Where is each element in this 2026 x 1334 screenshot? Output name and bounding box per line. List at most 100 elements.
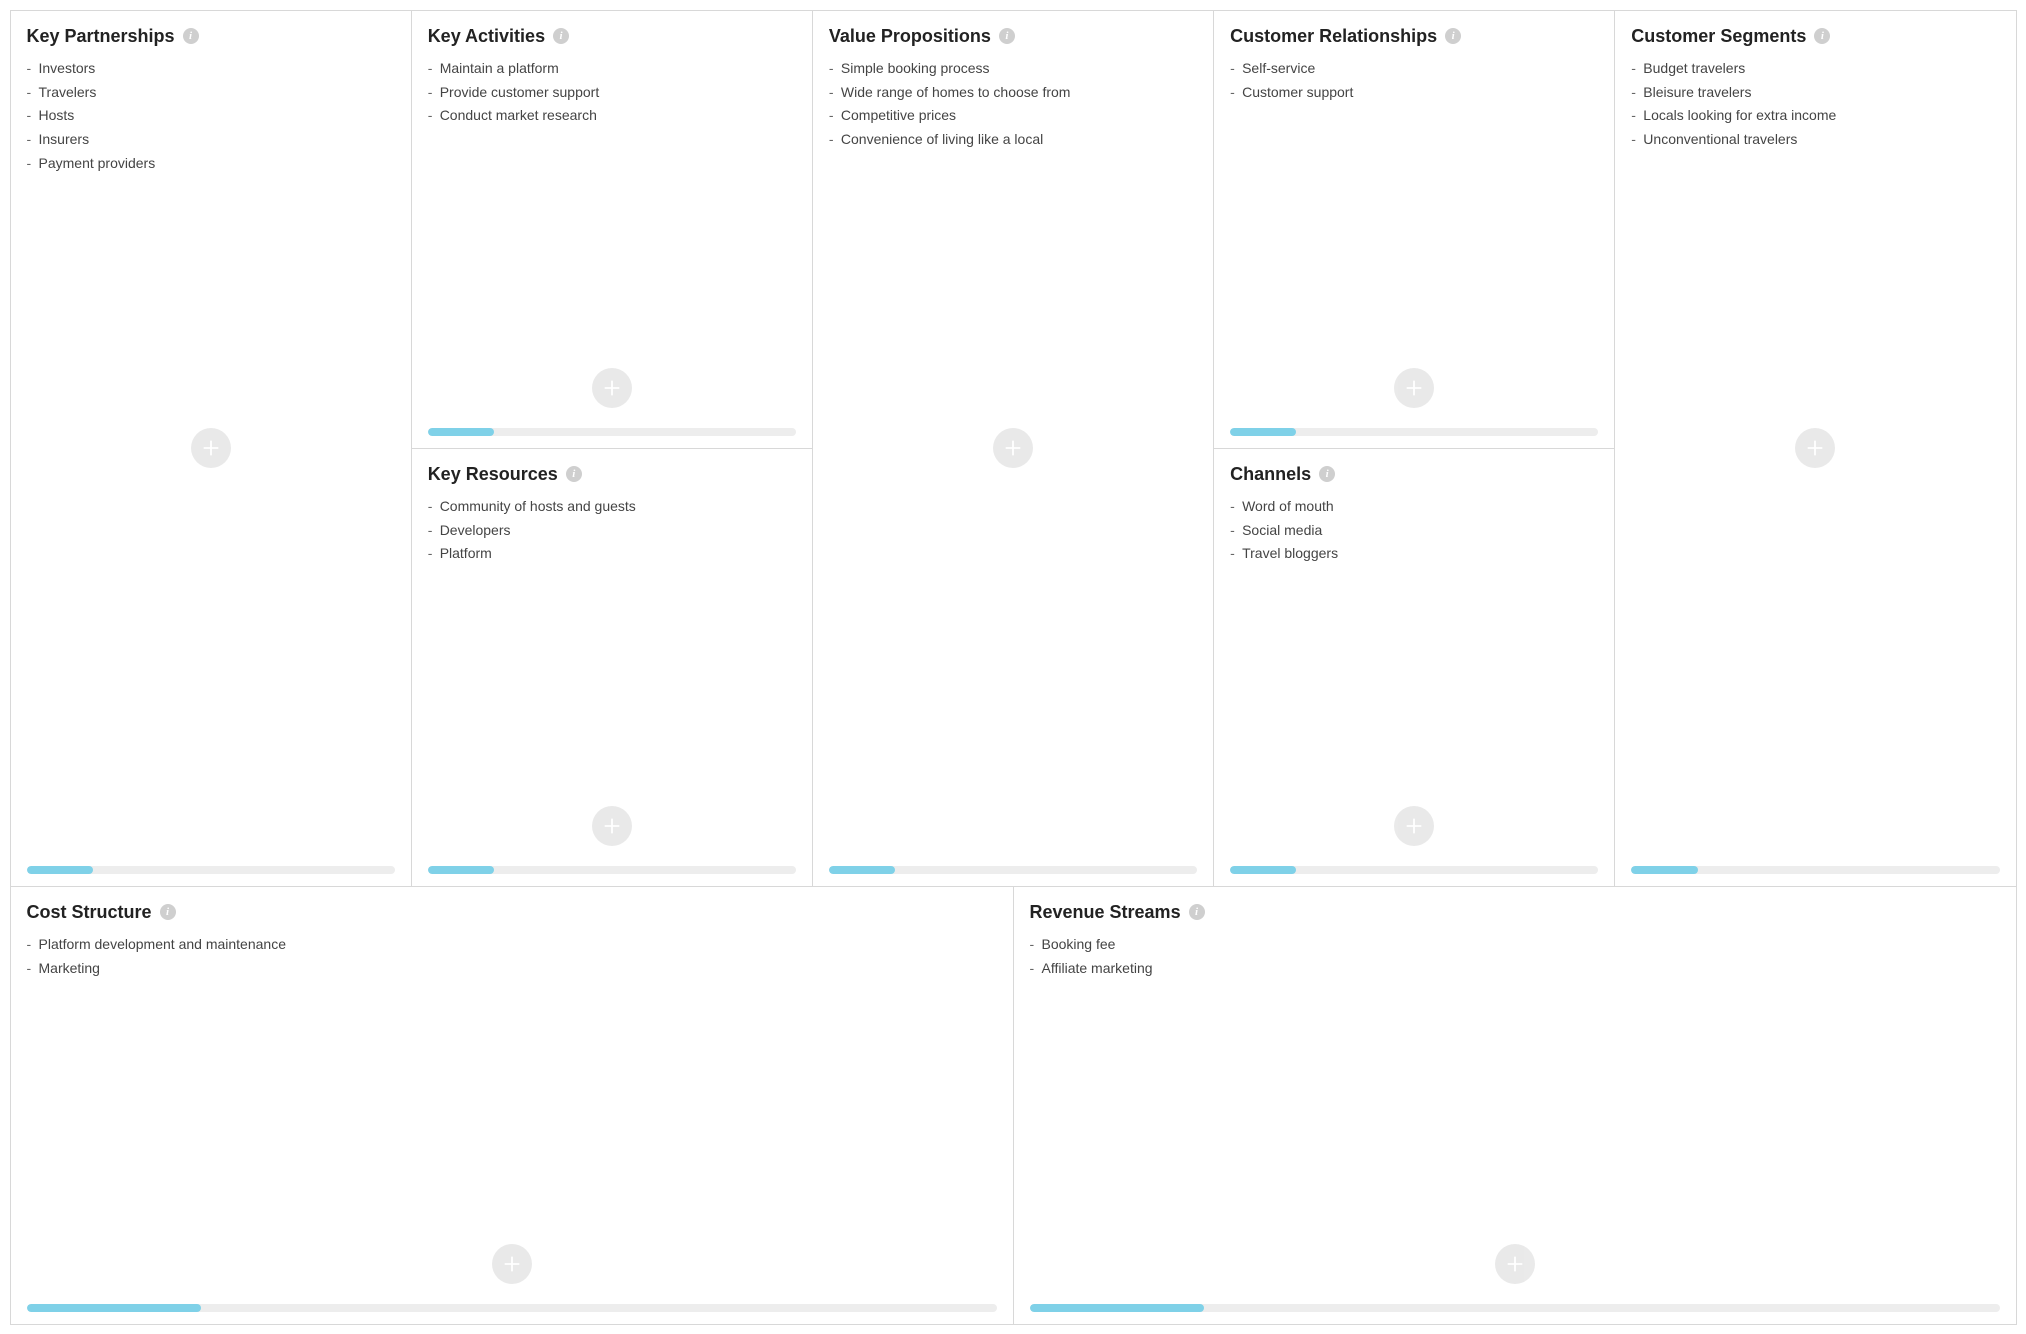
list-item[interactable]: Booking fee (1030, 934, 2000, 956)
add-item-button[interactable] (1495, 1244, 1535, 1284)
block-value-propositions[interactable]: Value Propositions i Simple booking proc… (812, 10, 1214, 887)
progress-fill (27, 866, 93, 874)
block-key-partnerships[interactable]: Key Partnerships i Investors Travelers H… (10, 10, 412, 887)
plus-icon (1002, 437, 1024, 459)
list-item[interactable]: Customer support (1230, 82, 1598, 104)
block-title: Channels (1230, 463, 1311, 486)
block-header: Key Partnerships i (27, 25, 395, 48)
list-item[interactable]: Bleisure travelers (1631, 82, 1999, 104)
block-customer-relationships[interactable]: Customer Relationships i Self-service Cu… (1213, 10, 1615, 449)
plus-icon (1804, 437, 1826, 459)
info-icon[interactable]: i (1445, 28, 1461, 44)
list-item[interactable]: Hosts (27, 105, 395, 127)
block-title: Revenue Streams (1030, 901, 1181, 924)
block-items: Booking fee Affiliate marketing (1030, 934, 2000, 981)
info-icon[interactable]: i (160, 904, 176, 920)
info-icon[interactable]: i (1189, 904, 1205, 920)
add-item-button[interactable] (1394, 806, 1434, 846)
add-item-button[interactable] (492, 1244, 532, 1284)
block-title: Value Propositions (829, 25, 991, 48)
progress-fill (829, 866, 895, 874)
block-header: Key Resources i (428, 463, 796, 486)
list-item[interactable]: Developers (428, 520, 796, 542)
add-item-button[interactable] (592, 368, 632, 408)
list-item[interactable]: Investors (27, 58, 395, 80)
add-item-button[interactable] (1394, 368, 1434, 408)
list-item[interactable]: Locals looking for extra income (1631, 105, 1999, 127)
block-header: Key Activities i (428, 25, 796, 48)
progress-fill (1631, 866, 1697, 874)
list-item[interactable]: Self-service (1230, 58, 1598, 80)
list-item[interactable]: Payment providers (27, 153, 395, 175)
block-header: Value Propositions i (829, 25, 1197, 48)
progress-bar (1030, 1304, 2000, 1312)
plus-icon (200, 437, 222, 459)
list-item[interactable]: Travelers (27, 82, 395, 104)
add-item-button[interactable] (993, 428, 1033, 468)
block-cost-structure[interactable]: Cost Structure i Platform development an… (10, 886, 1014, 1325)
add-item-button[interactable] (592, 806, 632, 846)
add-item-button[interactable] (191, 428, 231, 468)
progress-bar (1631, 866, 1999, 874)
block-title: Key Partnerships (27, 25, 175, 48)
info-icon[interactable]: i (1814, 28, 1830, 44)
add-item-button[interactable] (1795, 428, 1835, 468)
list-item[interactable]: Platform (428, 543, 796, 565)
list-item[interactable]: Word of mouth (1230, 496, 1598, 518)
block-items: Investors Travelers Hosts Insurers Payme… (27, 58, 395, 176)
list-item[interactable]: Marketing (27, 958, 997, 980)
list-item[interactable]: Unconventional travelers (1631, 129, 1999, 151)
list-item[interactable]: Competitive prices (829, 105, 1197, 127)
block-items: Platform development and maintenance Mar… (27, 934, 997, 981)
block-items: Maintain a platform Provide customer sup… (428, 58, 796, 129)
plus-icon (1403, 815, 1425, 837)
block-key-activities[interactable]: Key Activities i Maintain a platform Pro… (411, 10, 813, 449)
plus-icon (601, 815, 623, 837)
plus-icon (601, 377, 623, 399)
info-icon[interactable]: i (999, 28, 1015, 44)
list-item[interactable]: Platform development and maintenance (27, 934, 997, 956)
block-title: Cost Structure (27, 901, 152, 924)
list-item[interactable]: Wide range of homes to choose from (829, 82, 1197, 104)
block-title: Customer Segments (1631, 25, 1806, 48)
progress-fill (428, 866, 494, 874)
block-channels[interactable]: Channels i Word of mouth Social media Tr… (1213, 448, 1615, 887)
list-item[interactable]: Travel bloggers (1230, 543, 1598, 565)
block-header: Channels i (1230, 463, 1598, 486)
block-title: Key Activities (428, 25, 545, 48)
block-items: Simple booking process Wide range of hom… (829, 58, 1197, 153)
progress-bar (27, 866, 395, 874)
list-item[interactable]: Provide customer support (428, 82, 796, 104)
business-model-canvas: Key Partnerships i Investors Travelers H… (10, 10, 2016, 1324)
list-item[interactable]: Affiliate marketing (1030, 958, 2000, 980)
block-header: Customer Segments i (1631, 25, 1999, 48)
info-icon[interactable]: i (1319, 466, 1335, 482)
list-item[interactable]: Budget travelers (1631, 58, 1999, 80)
list-item[interactable]: Simple booking process (829, 58, 1197, 80)
block-key-resources[interactable]: Key Resources i Community of hosts and g… (411, 448, 813, 887)
block-header: Customer Relationships i (1230, 25, 1598, 48)
block-customer-segments[interactable]: Customer Segments i Budget travelers Ble… (1614, 10, 2016, 887)
block-title: Key Resources (428, 463, 558, 486)
info-icon[interactable]: i (553, 28, 569, 44)
info-icon[interactable]: i (183, 28, 199, 44)
progress-bar (829, 866, 1197, 874)
block-header: Revenue Streams i (1030, 901, 2000, 924)
progress-fill (1230, 866, 1296, 874)
list-item[interactable]: Community of hosts and guests (428, 496, 796, 518)
plus-icon (1504, 1253, 1526, 1275)
plus-icon (501, 1253, 523, 1275)
plus-icon (1403, 377, 1425, 399)
block-items: Self-service Customer support (1230, 58, 1598, 105)
list-item[interactable]: Conduct market research (428, 105, 796, 127)
progress-bar (428, 866, 796, 874)
list-item[interactable]: Convenience of living like a local (829, 129, 1197, 151)
list-item[interactable]: Social media (1230, 520, 1598, 542)
block-revenue-streams[interactable]: Revenue Streams i Booking fee Affiliate … (1013, 886, 2017, 1325)
list-item[interactable]: Insurers (27, 129, 395, 151)
block-items: Word of mouth Social media Travel blogge… (1230, 496, 1598, 567)
progress-bar (1230, 428, 1598, 436)
list-item[interactable]: Maintain a platform (428, 58, 796, 80)
block-items: Budget travelers Bleisure travelers Loca… (1631, 58, 1999, 153)
info-icon[interactable]: i (566, 466, 582, 482)
